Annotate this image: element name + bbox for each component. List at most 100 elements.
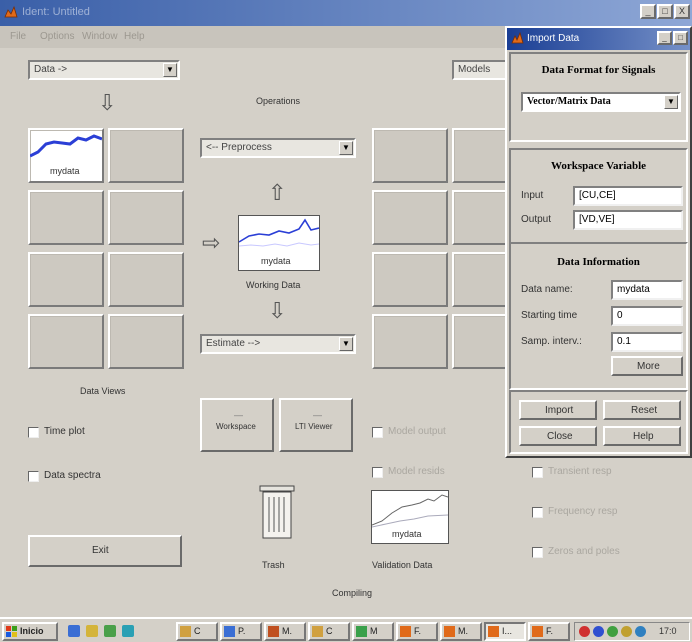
lti-viewer-button[interactable]: — LTI Viewer: [279, 398, 353, 452]
taskbar-item-label: F.: [414, 626, 422, 636]
input-field[interactable]: [CU,CE]: [573, 186, 683, 206]
data-icon-mydata[interactable]: mydata: [28, 128, 104, 183]
validation-data-plot-label: mydata: [392, 529, 422, 539]
data-format-group: Data Format for Signals Vector/Matrix Da…: [509, 52, 688, 142]
data-board-slot[interactable]: [28, 190, 104, 245]
more-button[interactable]: More: [611, 356, 683, 376]
tray-icon[interactable]: [593, 626, 604, 637]
taskbar-item-label: C: [194, 626, 201, 636]
data-spectra-label: Data spectra: [44, 470, 101, 481]
taskbar-item-label: C: [326, 626, 333, 636]
lti-viewer-icon: —: [313, 410, 322, 420]
data-name-field[interactable]: mydata: [611, 280, 683, 300]
dialog-maximize-button[interactable]: □: [673, 31, 688, 45]
output-label: Output: [521, 214, 552, 225]
data-format-title: Data Format for Signals: [541, 64, 656, 76]
dialog-close-button[interactable]: Close: [519, 426, 597, 446]
minimize-button[interactable]: _: [640, 4, 656, 19]
app-icon: [4, 5, 18, 19]
taskbar-item[interactable]: M.: [440, 622, 482, 641]
close-button[interactable]: X: [674, 4, 690, 19]
mydata-thumbnail-label: mydata: [50, 166, 80, 176]
help-button[interactable]: Help: [603, 426, 681, 446]
samp-interv-field[interactable]: 0.1: [611, 332, 683, 352]
window-icon: [356, 626, 367, 637]
frequency-resp-label: Frequency resp: [548, 506, 618, 517]
taskbar-item[interactable]: P.: [220, 622, 262, 641]
data-information-title: Data Information: [557, 256, 640, 268]
time-plot-checkbox[interactable]: Time plot: [28, 426, 118, 440]
workspace-button[interactable]: — Workspace: [200, 398, 274, 452]
output-field[interactable]: [VD,VE]: [573, 210, 683, 230]
taskbar: Inicio C P. M. C M F. M. I... F. 17:0: [0, 617, 692, 642]
model-board-slot[interactable]: [372, 128, 448, 183]
menu-window[interactable]: Window: [82, 31, 118, 42]
model-output-checkbox[interactable]: Model output: [372, 426, 482, 440]
exit-button[interactable]: Exit: [28, 535, 182, 567]
window-icon: [312, 626, 323, 637]
tray-icon[interactable]: [621, 626, 632, 637]
taskbar-item-label: I...: [502, 626, 513, 636]
chevron-down-icon: ▼: [339, 141, 353, 155]
lti-viewer-button-label: LTI Viewer: [295, 422, 333, 431]
trash-can-icon: [259, 485, 295, 539]
taskbar-item[interactable]: C: [308, 622, 350, 641]
more-button-label: More: [637, 361, 660, 372]
data-board-slot[interactable]: [108, 252, 184, 307]
preprocess-dropdown[interactable]: <-- Preprocess ▼: [200, 138, 356, 158]
tray-icon[interactable]: [635, 626, 646, 637]
quick-launch-icon[interactable]: [68, 625, 80, 637]
menu-options[interactable]: Options: [40, 31, 74, 42]
import-data-dialog: Import Data _ □ Data Format for Signals …: [505, 26, 692, 458]
quick-launch-icon[interactable]: [122, 625, 134, 637]
maximize-button[interactable]: □: [657, 4, 673, 19]
chevron-down-icon: ▼: [664, 95, 678, 109]
data-board-slot[interactable]: [28, 252, 104, 307]
working-data-plot[interactable]: mydata: [238, 215, 320, 271]
taskbar-item[interactable]: F.: [396, 622, 438, 641]
data-format-dropdown[interactable]: Vector/Matrix Data ▼: [521, 92, 681, 112]
starting-time-label: Starting time: [521, 310, 578, 321]
model-resids-checkbox[interactable]: Model resids: [372, 466, 482, 480]
taskbar-item[interactable]: M.: [264, 622, 306, 641]
taskbar-item[interactable]: C: [176, 622, 218, 641]
taskbar-item[interactable]: F.: [528, 622, 570, 641]
starting-time-field[interactable]: 0: [611, 306, 683, 326]
import-data-dropdown-value: Data ->: [34, 64, 68, 75]
trash-can[interactable]: [257, 484, 297, 540]
model-board-slot[interactable]: [372, 314, 448, 369]
data-board-slot[interactable]: [108, 190, 184, 245]
validation-data-label: Validation Data: [372, 560, 433, 570]
model-board-slot[interactable]: [372, 252, 448, 307]
data-spectra-checkbox[interactable]: Data spectra: [28, 470, 128, 484]
taskbar-item-active[interactable]: I...: [484, 622, 526, 641]
arrow-down-icon: ⇩: [268, 298, 287, 323]
menu-file[interactable]: File: [10, 31, 26, 42]
transient-resp-checkbox[interactable]: Transient resp: [532, 466, 642, 480]
checkbox-box: [28, 427, 39, 438]
frequency-resp-checkbox[interactable]: Frequency resp: [532, 506, 652, 520]
import-button[interactable]: Import: [519, 400, 597, 420]
reset-button[interactable]: Reset: [603, 400, 681, 420]
tray-icon[interactable]: [579, 626, 590, 637]
menu-help[interactable]: Help: [124, 31, 145, 42]
tray-icon[interactable]: [607, 626, 618, 637]
validation-data-plot[interactable]: mydata: [371, 490, 449, 544]
start-button-label: Inicio: [20, 626, 44, 636]
trash-label: Trash: [262, 560, 285, 570]
data-board-slot[interactable]: [108, 128, 184, 183]
import-models-dropdown[interactable]: Models: [452, 60, 512, 80]
quick-launch-icon[interactable]: [104, 625, 116, 637]
taskbar-item[interactable]: M: [352, 622, 394, 641]
model-board-slot[interactable]: [372, 190, 448, 245]
import-data-dropdown[interactable]: Data -> ▼: [28, 60, 180, 80]
estimate-dropdown[interactable]: Estimate --> ▼: [200, 334, 356, 354]
time-plot-label: Time plot: [44, 426, 85, 437]
quick-launch-icon[interactable]: [86, 625, 98, 637]
data-board-slot[interactable]: [28, 314, 104, 369]
start-button[interactable]: Inicio: [2, 622, 58, 641]
windows-logo-icon: [6, 626, 17, 637]
data-board-slot[interactable]: [108, 314, 184, 369]
zeros-poles-checkbox[interactable]: Zeros and poles: [532, 546, 652, 560]
dialog-minimize-button[interactable]: _: [657, 31, 672, 45]
